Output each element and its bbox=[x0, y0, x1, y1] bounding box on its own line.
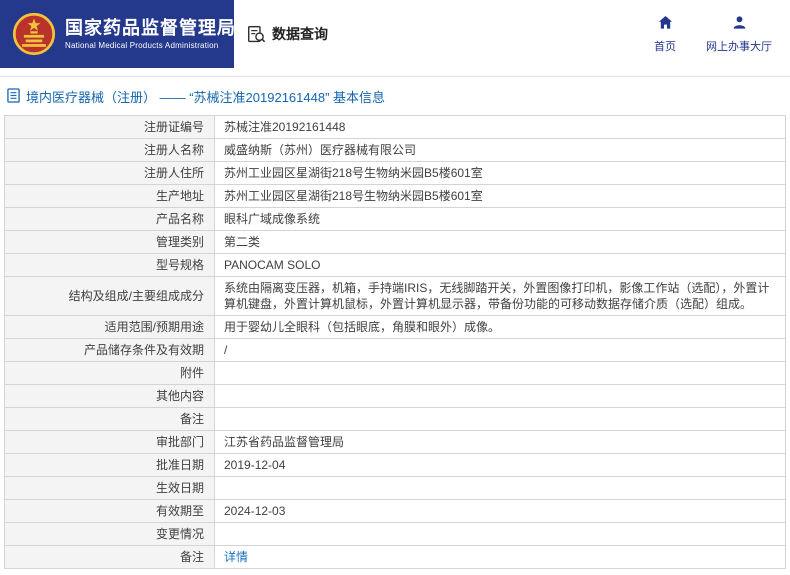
row-value: 详情 bbox=[214, 545, 786, 569]
row-label: 有效期至 bbox=[4, 499, 215, 523]
row-value: 2019-12-04 bbox=[214, 453, 786, 477]
row-value: 苏械注准20192161448 bbox=[214, 115, 786, 139]
table-row: 审批部门 江苏省药品监督管理局 bbox=[4, 430, 786, 454]
table-row: 其他内容 bbox=[4, 384, 786, 408]
table-row: 生产地址 苏州工业园区星湖街218号生物纳米园B5楼601室 bbox=[4, 184, 786, 208]
row-label: 其他内容 bbox=[4, 384, 215, 408]
org-name-cn: 国家药品监督管理局 bbox=[65, 17, 236, 38]
row-value: PANOCAM SOLO bbox=[214, 253, 786, 277]
row-label: 产品名称 bbox=[4, 207, 215, 231]
row-label: 备注 bbox=[4, 407, 215, 431]
nav-hall-label: 网上办事大厅 bbox=[706, 41, 772, 53]
document-icon bbox=[7, 87, 20, 106]
table-row: 生效日期 bbox=[4, 476, 786, 500]
site-logo[interactable]: 国家药品监督管理局 National Medical Products Admi… bbox=[0, 0, 236, 68]
row-value: 苏州工业园区星湖街218号生物纳米园B5楼601室 bbox=[214, 161, 786, 185]
row-label: 产品储存条件及有效期 bbox=[4, 338, 215, 362]
row-value bbox=[214, 361, 786, 385]
page-title-text: 境内医疗器械（注册） —— “苏械注准20192161448” 基本信息 bbox=[26, 90, 386, 105]
nav-data-query[interactable]: 数据查询 bbox=[247, 24, 328, 44]
table-row: 备注 bbox=[4, 407, 786, 431]
detail-link[interactable]: 详情 bbox=[224, 550, 248, 564]
table-row: 注册人名称 威盛纳斯（苏州）医疗器械有限公司 bbox=[4, 138, 786, 162]
table-row: 注册证编号 苏械注准20192161448 bbox=[4, 115, 786, 139]
table-row: 型号规格 PANOCAM SOLO bbox=[4, 253, 786, 277]
row-value: 江苏省药品监督管理局 bbox=[214, 430, 786, 454]
nav-data-query-label: 数据查询 bbox=[272, 26, 328, 42]
info-table: 注册证编号 苏械注准20192161448 注册人名称 威盛纳斯（苏州）医疗器械有限… bbox=[4, 115, 786, 569]
nav-home[interactable]: 首页 bbox=[654, 15, 676, 54]
table-row: 变更情况 bbox=[4, 522, 786, 546]
home-icon bbox=[658, 15, 673, 33]
table-row: 适用范围/预期用途 用于婴幼儿全眼科（包括眼底，角膜和眼外）成像。 bbox=[4, 315, 786, 339]
row-label: 生效日期 bbox=[4, 476, 215, 500]
row-value: 眼科广域成像系统 bbox=[214, 207, 786, 231]
national-emblem-icon bbox=[12, 12, 56, 56]
row-value bbox=[214, 407, 786, 431]
row-label: 变更情况 bbox=[4, 522, 215, 546]
page-title: 境内医疗器械（注册） —— “苏械注准20192161448” 基本信息 bbox=[0, 77, 790, 114]
nav-service-hall[interactable]: 网上办事大厅 bbox=[706, 15, 772, 54]
row-value: 第二类 bbox=[214, 230, 786, 254]
row-value: 用于婴幼儿全眼科（包括眼底，角膜和眼外）成像。 bbox=[214, 315, 786, 339]
row-label: 管理类别 bbox=[4, 230, 215, 254]
row-value: / bbox=[214, 338, 786, 362]
table-row: 有效期至 2024-12-03 bbox=[4, 499, 786, 523]
row-label: 注册人名称 bbox=[4, 138, 215, 162]
row-label: 注册人住所 bbox=[4, 161, 215, 185]
row-value bbox=[214, 522, 786, 546]
info-table-body: 注册证编号 苏械注准20192161448 注册人名称 威盛纳斯（苏州）医疗器械有限… bbox=[4, 115, 786, 569]
table-row: 附件 bbox=[4, 361, 786, 385]
org-name-en: National Medical Products Administration bbox=[65, 40, 219, 50]
row-label: 批准日期 bbox=[4, 453, 215, 477]
table-row: 备注 详情 bbox=[4, 545, 786, 569]
row-label: 结构及组成/主要组成成分 bbox=[4, 276, 215, 316]
table-row: 注册人住所 苏州工业园区星湖街218号生物纳米园B5楼601室 bbox=[4, 161, 786, 185]
site-header: 国家药品监督管理局 National Medical Products Admi… bbox=[0, 0, 790, 68]
row-label: 审批部门 bbox=[4, 430, 215, 454]
table-row: 结构及组成/主要组成成分 系统由隔离变压器，机箱，手持端IRIS，无线脚踏开关，外… bbox=[4, 276, 786, 316]
org-names: 国家药品监督管理局 National Medical Products Admi… bbox=[65, 19, 236, 50]
row-label: 注册证编号 bbox=[4, 115, 215, 139]
document-search-icon bbox=[247, 25, 266, 44]
row-label: 适用范围/预期用途 bbox=[4, 315, 215, 339]
nav-home-label: 首页 bbox=[654, 41, 676, 53]
row-label: 备注 bbox=[4, 545, 215, 569]
row-label: 附件 bbox=[4, 361, 215, 385]
row-value: 2024-12-03 bbox=[214, 499, 786, 523]
row-label: 生产地址 bbox=[4, 184, 215, 208]
table-row: 管理类别 第二类 bbox=[4, 230, 786, 254]
table-row: 产品储存条件及有效期 / bbox=[4, 338, 786, 362]
row-value bbox=[214, 476, 786, 500]
table-row: 产品名称 眼科广域成像系统 bbox=[4, 207, 786, 231]
row-value: 系统由隔离变压器，机箱，手持端IRIS，无线脚踏开关，外置图像打印机，影像工作站… bbox=[214, 276, 786, 316]
row-value bbox=[214, 384, 786, 408]
row-value: 苏州工业园区星湖街218号生物纳米园B5楼601室 bbox=[214, 184, 786, 208]
row-value: 威盛纳斯（苏州）医疗器械有限公司 bbox=[214, 138, 786, 162]
row-label: 型号规格 bbox=[4, 253, 215, 277]
table-row: 批准日期 2019-12-04 bbox=[4, 453, 786, 477]
header-nav: 首页 网上办事大厅 bbox=[654, 15, 790, 54]
person-icon bbox=[732, 15, 747, 33]
